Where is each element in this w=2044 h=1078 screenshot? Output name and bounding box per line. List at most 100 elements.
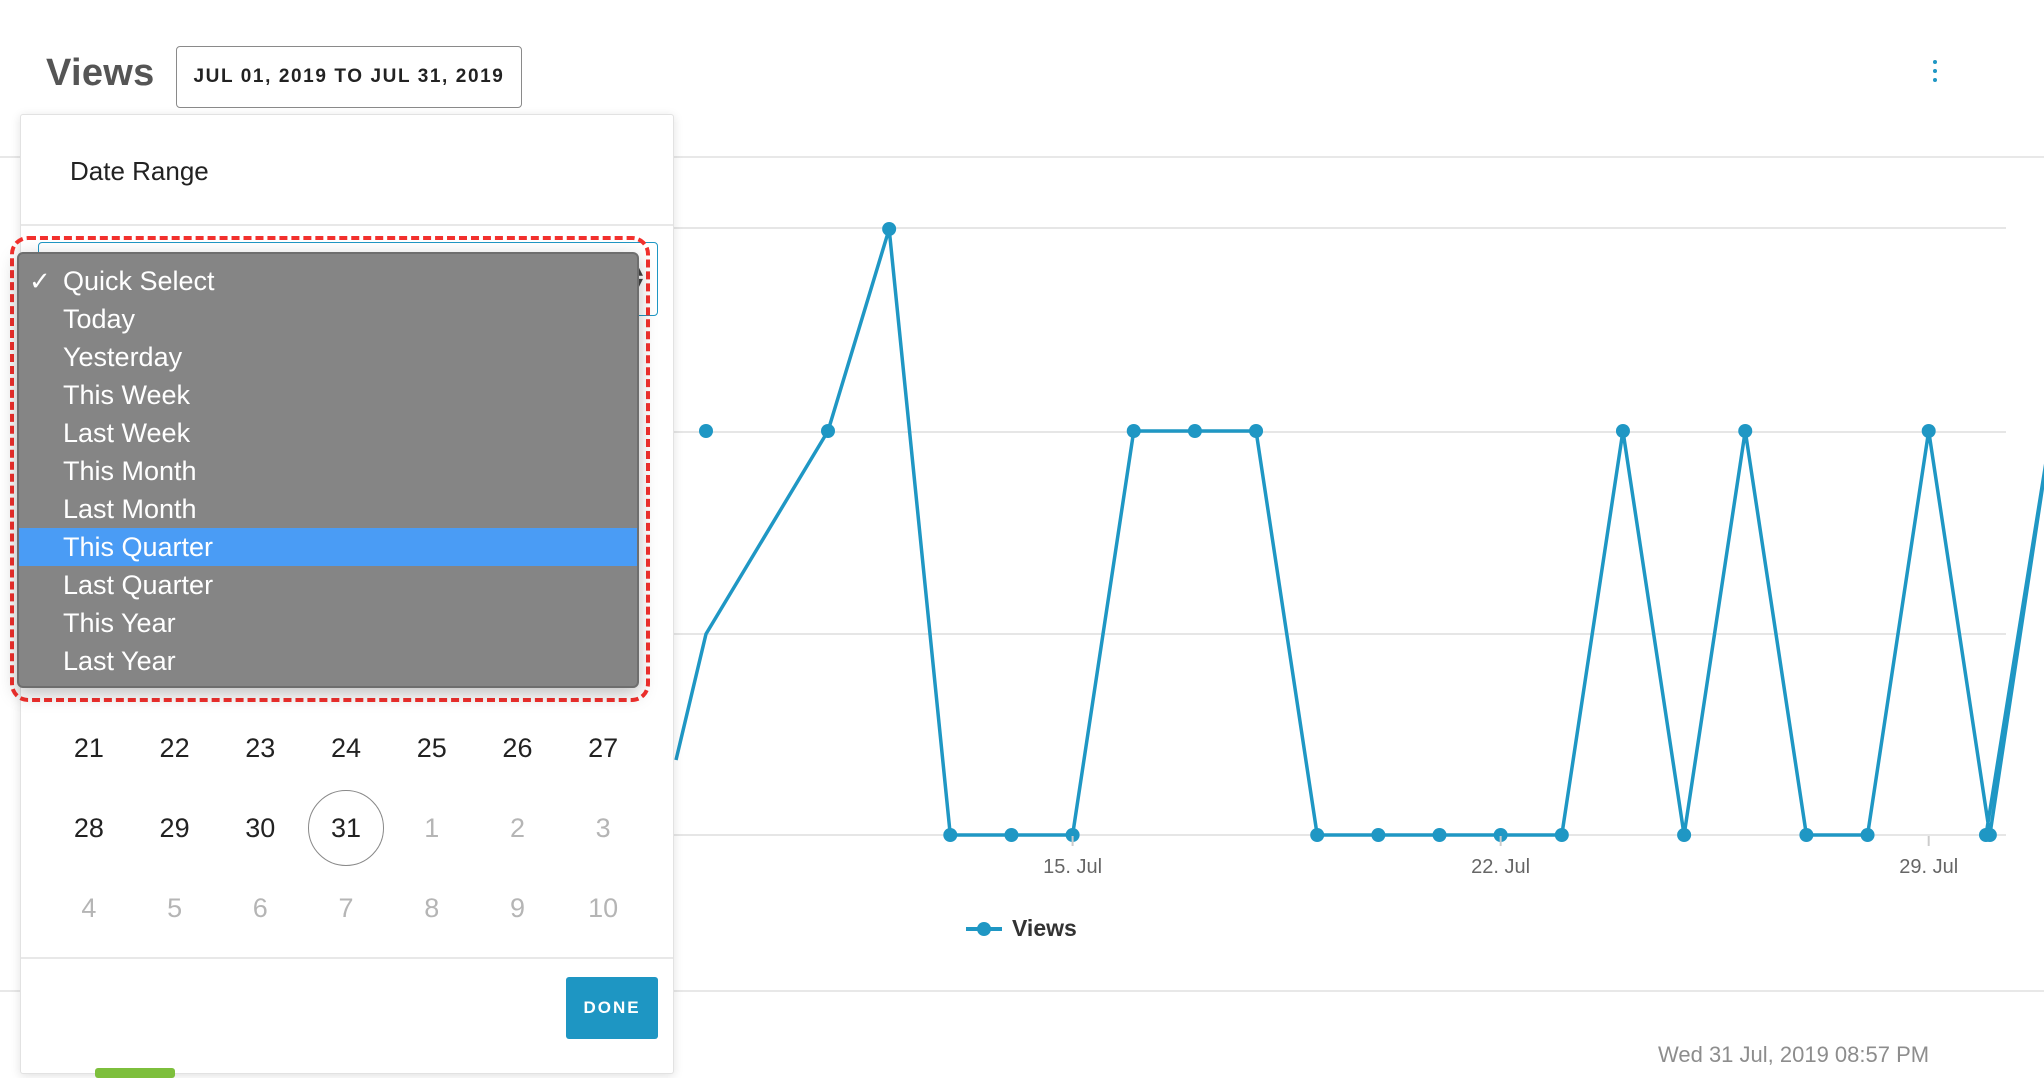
calendar-day-label: 29	[159, 812, 190, 843]
calendar-day[interactable]: 2	[475, 788, 561, 868]
calendar-day[interactable]: 21	[46, 708, 132, 788]
data-point[interactable]	[1310, 828, 1325, 842]
calendar-day[interactable]: 23	[217, 708, 303, 788]
calendar-day[interactable]: 1	[389, 788, 475, 868]
popover-divider	[21, 224, 673, 226]
data-point[interactable]	[1677, 828, 1692, 842]
dropdown-option-label: This Year	[63, 607, 176, 638]
data-point[interactable]	[1371, 828, 1386, 842]
data-point[interactable]	[1738, 424, 1753, 438]
dropdown-option[interactable]: This Month	[19, 452, 637, 490]
data-point[interactable]	[1921, 424, 1936, 438]
data-point[interactable]	[1126, 424, 1141, 438]
quick-select-options[interactable]: ✓ Quick Select Today Yesterday This Week Last…	[17, 252, 639, 688]
data-point[interactable]	[1979, 828, 1993, 842]
calendar-day[interactable]: 22	[132, 708, 218, 788]
data-point[interactable]	[821, 424, 835, 438]
checkmark-icon: ✓	[29, 266, 51, 296]
calendar-day[interactable]: 10	[560, 868, 646, 948]
timestamp: Wed 31 Jul, 2019 08:57 PM	[1658, 1042, 1930, 1067]
calendar-day-label: 5	[167, 892, 183, 923]
data-point[interactable]	[882, 222, 897, 236]
calendar-day[interactable]: 31	[303, 788, 389, 868]
calendar-day[interactable]: 5	[132, 868, 218, 948]
calendar-day-label: 21	[73, 732, 104, 763]
calendar-day-label: 8	[424, 892, 440, 923]
calendar-day-label: 28	[73, 812, 104, 843]
calendar-day[interactable]: 27	[560, 708, 646, 788]
dropdown-option-label: Last Month	[63, 493, 197, 524]
calendar-day[interactable]: 6	[217, 868, 303, 948]
calendar-day[interactable]: 26	[475, 708, 561, 788]
dropdown-option-label: Last Week	[63, 417, 191, 448]
calendar-day-label: 2	[509, 812, 525, 843]
data-point[interactable]	[1554, 828, 1569, 842]
calendar-day-label: 26	[502, 732, 533, 763]
calendar-day-label: 1	[424, 812, 440, 843]
series-line-views	[674, 227, 2044, 837]
dropdown-option-label: This Week	[63, 379, 191, 410]
done-button[interactable]: DONE	[566, 977, 658, 1039]
data-point[interactable]	[1615, 424, 1630, 438]
calendar-day-label: 25	[416, 732, 447, 763]
dropdown-option[interactable]: This Week	[19, 376, 637, 414]
dropdown-option[interactable]: Today	[19, 300, 637, 338]
calendar-day[interactable]: 24	[303, 708, 389, 788]
dropdown-option[interactable]: Last Month	[19, 490, 637, 528]
calendar-day[interactable]: 3	[560, 788, 646, 868]
dropdown-option[interactable]: Last Quarter	[19, 566, 637, 604]
data-point[interactable]	[943, 828, 958, 842]
data-point[interactable]	[1860, 828, 1875, 842]
data-point[interactable]	[1004, 828, 1019, 842]
dropdown-option[interactable]: Last Week	[19, 414, 637, 452]
x-tick-label: 22. Jul	[1471, 856, 1530, 878]
calendar-day-label: 3	[595, 812, 611, 843]
dropdown-option[interactable]: Last Year	[19, 642, 637, 680]
x-tick-label: 15. Jul	[1043, 856, 1102, 878]
calendar-day[interactable]: 9	[475, 868, 561, 948]
data-point[interactable]	[1187, 424, 1202, 438]
legend-marker	[966, 921, 1002, 936]
dropdown-option-label: Yesterday	[63, 341, 183, 372]
calendar-day-label: 22	[159, 732, 190, 763]
calendar-day-label: 23	[245, 732, 276, 763]
chart-legend[interactable]: Views	[964, 915, 1077, 942]
dropdown-option[interactable]: This Quarter	[19, 528, 637, 566]
popover-footer-divider	[21, 957, 673, 959]
logo-fragment	[95, 1068, 175, 1078]
x-tick-label: 29. Jul	[1899, 856, 1958, 878]
calendar-day-label: 31	[308, 790, 385, 866]
calendar-row: 21 22 23 24 25 26 27	[46, 708, 646, 788]
dropdown-option[interactable]: Yesterday	[19, 338, 637, 376]
dropdown-option-label: Quick Select	[63, 265, 215, 296]
dropdown-option[interactable]: This Year	[19, 604, 637, 642]
calendar-day-label: 4	[81, 892, 97, 923]
dropdown-option-label: This Quarter	[63, 531, 214, 562]
dropdown-option-label: This Month	[63, 455, 197, 486]
data-point[interactable]	[1249, 424, 1264, 438]
date-range-label: Date Range	[70, 156, 209, 186]
calendar-day[interactable]: 25	[389, 708, 475, 788]
legend-label: Views	[1012, 915, 1077, 941]
calendar-day-label: 27	[588, 732, 619, 763]
calendar-day[interactable]: 7	[303, 868, 389, 948]
dropdown-option-label: Today	[63, 303, 136, 334]
calendar-day-label: 7	[338, 892, 354, 923]
calendar-day[interactable]: 4	[46, 868, 132, 948]
calendar-day[interactable]: 30	[217, 788, 303, 868]
calendar-day[interactable]: 8	[389, 868, 475, 948]
calendar-day[interactable]: 29	[132, 788, 218, 868]
calendar-row: 4 5 6 7 8 9 10	[46, 868, 646, 948]
data-point[interactable]	[1799, 828, 1814, 842]
dropdown-option[interactable]: ✓ Quick Select	[19, 262, 637, 300]
calendar-day-label: 30	[245, 812, 276, 843]
data-point[interactable]	[699, 424, 713, 438]
calendar-row: 28 29 30 31 1 2 3	[46, 788, 646, 868]
calendar-day-label: 10	[588, 892, 619, 923]
dropdown-option-label: Last Quarter	[63, 569, 214, 600]
calendar-day-label: 6	[252, 892, 268, 923]
calendar-day-label: 24	[330, 732, 362, 763]
calendar-day-label: 9	[509, 892, 525, 923]
data-point[interactable]	[1432, 828, 1447, 842]
calendar-day[interactable]: 28	[46, 788, 132, 868]
